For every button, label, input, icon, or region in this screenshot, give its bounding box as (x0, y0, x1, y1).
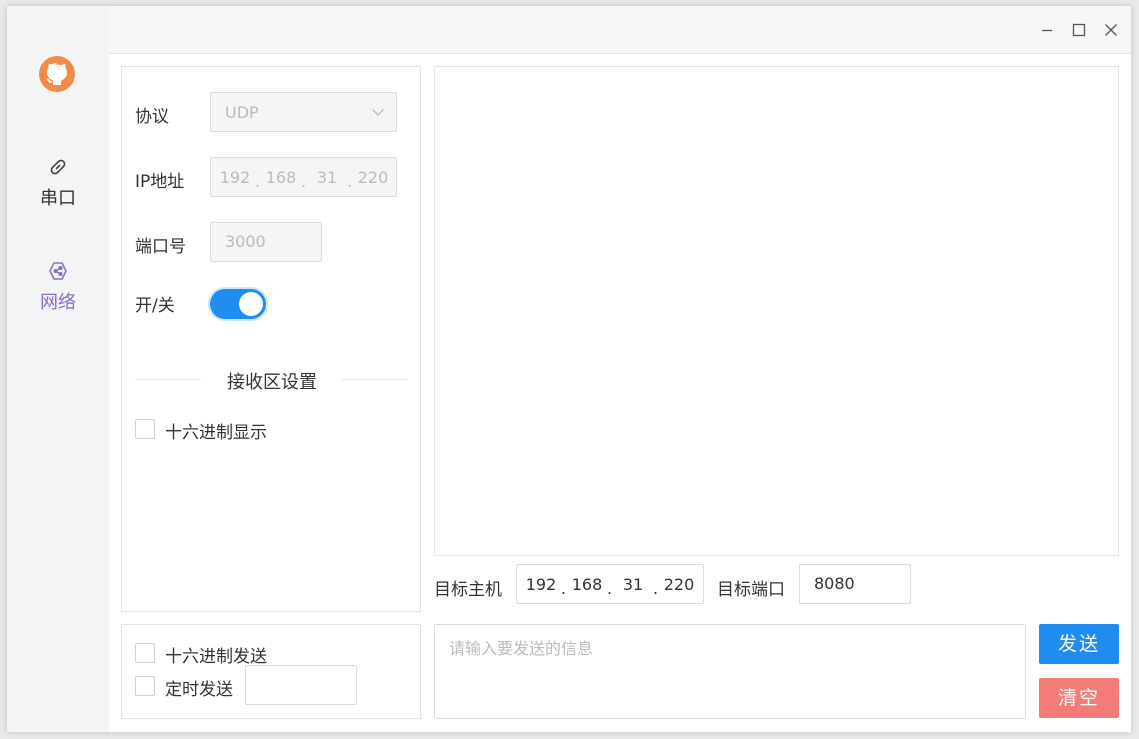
protocol-select-value: UDP (225, 103, 259, 122)
ip-octet: 220 (357, 168, 389, 187)
ip-octet: 192 (219, 168, 251, 187)
ip-octet: 31 (622, 575, 644, 594)
target-host-field[interactable]: 192 . 168 . 31 . 220 (516, 564, 704, 604)
timed-interval-input[interactable] (245, 665, 357, 705)
ip-address-label: IP地址 (135, 172, 185, 192)
connection-toggle[interactable] (210, 289, 266, 319)
protocol-label: 协议 (135, 107, 169, 127)
close-icon[interactable] (1099, 18, 1123, 42)
ip-separator: . (301, 172, 307, 191)
ip-separator: . (561, 579, 567, 598)
ip-separator: . (653, 579, 659, 598)
send-button[interactable]: 发送 (1039, 624, 1119, 664)
link-icon (50, 159, 66, 175)
minimize-icon[interactable] (1035, 18, 1059, 42)
send-message-input[interactable]: 请输入要发送的信息 (434, 624, 1026, 719)
ip-octet: 168 (571, 575, 603, 594)
receive-area[interactable] (434, 66, 1119, 556)
timed-send-label: 定时发送 (165, 680, 233, 700)
ip-separator: . (255, 172, 261, 191)
maximize-icon[interactable] (1067, 18, 1091, 42)
port-label: 端口号 (135, 237, 186, 257)
target-port-field[interactable]: 8080 (799, 564, 911, 604)
ip-octet: 31 (316, 168, 338, 187)
sidebar-item-network[interactable]: 网络 (7, 260, 109, 314)
github-icon[interactable] (39, 56, 75, 92)
sidebar-item-serial[interactable]: 串口 (7, 156, 109, 210)
target-port-label: 目标端口 (717, 580, 785, 600)
target-host-label: 目标主机 (434, 580, 502, 600)
settings-panel: 协议 UDP IP地址 192 . 168 . 31 . 220 端口号 300… (121, 66, 421, 612)
hex-display-label: 十六进制显示 (165, 423, 267, 443)
switch-label: 开/关 (135, 296, 175, 316)
sidebar: 串口 网络 (7, 6, 109, 732)
sidebar-item-label: 串口 (40, 188, 76, 209)
ip-separator: . (607, 579, 613, 598)
timed-send-checkbox[interactable] (135, 676, 155, 696)
ip-address-field[interactable]: 192 . 168 . 31 . 220 (210, 157, 397, 197)
protocol-select[interactable]: UDP (210, 92, 397, 132)
chevron-down-icon (372, 109, 384, 116)
receive-section-title: 接收区设置 (227, 372, 317, 393)
toggle-knob (239, 292, 263, 316)
send-options-panel: 十六进制发送 定时发送 (121, 624, 421, 719)
port-field[interactable]: 3000 (210, 222, 322, 262)
hex-send-checkbox[interactable] (135, 643, 155, 663)
hex-send-label: 十六进制发送 (165, 647, 267, 667)
title-bar (109, 6, 1131, 54)
ip-separator: . (347, 172, 353, 191)
network-icon (49, 262, 67, 280)
ip-octet: 168 (265, 168, 297, 187)
ip-octet: 192 (525, 575, 557, 594)
hex-display-checkbox[interactable] (135, 419, 155, 439)
sidebar-item-label: 网络 (40, 292, 76, 313)
clear-button[interactable]: 清空 (1039, 678, 1119, 718)
app-window: 串口 网络 协议 UDP IP地址 192 . 168 . 31 . 220 端… (7, 6, 1131, 732)
ip-octet: 220 (663, 575, 695, 594)
send-message-placeholder: 请输入要发送的信息 (449, 639, 594, 658)
